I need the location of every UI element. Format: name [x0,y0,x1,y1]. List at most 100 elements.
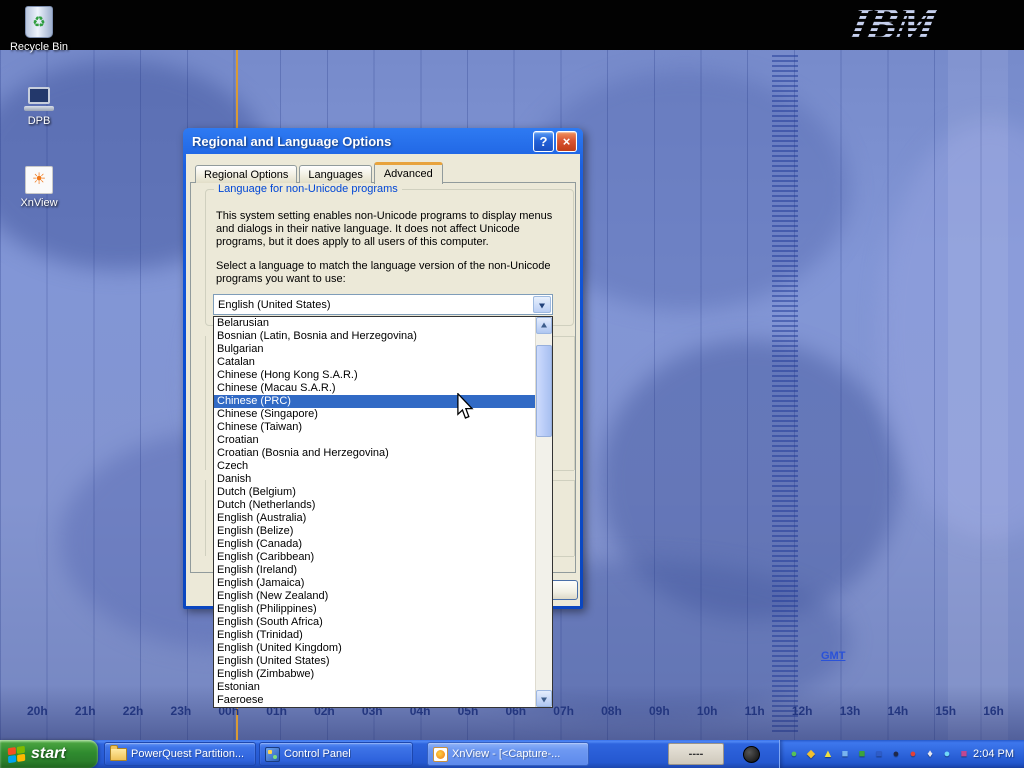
groupbox-edge-fragment [553,470,574,471]
tray-icon[interactable]: ● [906,749,920,760]
dropdown-list-item[interactable]: English (Australia) [214,512,535,525]
dropdown-list-item[interactable]: Catalan [214,356,535,369]
program-icon [743,746,760,763]
dialog-titlebar[interactable]: Regional and Language Options ? × [186,128,580,154]
dropdown-list-item[interactable]: Dutch (Belgium) [214,486,535,499]
description-text-2: Select a language to match the language … [216,260,566,286]
timezone-label: 15h [935,704,956,718]
laptop-base [24,106,54,111]
dropdown-list-item[interactable]: Chinese (PRC) [214,395,535,408]
timezone-label: 13h [840,704,861,718]
language-combobox[interactable]: English (United States) [213,294,553,315]
dropdown-list-item[interactable]: English (Ireland) [214,564,535,577]
dropdown-list-item[interactable]: English (Zimbabwe) [214,668,535,681]
groupbox-edge-fragment [574,480,575,556]
group-language-non-unicode: Language for non-Unicode programs This s… [205,189,574,326]
combobox-dropdown-button[interactable] [533,296,551,313]
dialog-tab[interactable]: Advanced [374,162,443,184]
taskbar-button-label: Control Panel [284,748,351,760]
dropdown-list-item[interactable]: Bulgarian [214,343,535,356]
recycle-bin-icon: ♻ [25,6,53,38]
tray-icon[interactable]: ▲ [821,749,835,760]
dropdown-list-item[interactable]: English (United States) [214,655,535,668]
dialog-tab[interactable]: Regional Options [195,165,297,183]
dropdown-list-item[interactable]: English (Caribbean) [214,551,535,564]
tray-icon[interactable]: ■ [872,749,886,760]
timezone-label: 14h [888,704,909,718]
dropdown-list-item[interactable]: English (Belize) [214,525,535,538]
taskbar-button-xnview[interactable]: XnView - [<Capture-... [427,742,589,766]
desktop-icon-recycle-bin[interactable]: ♻ Recycle Bin [6,6,72,53]
taskbar-button-control-panel[interactable]: Control Panel [259,742,413,766]
dropdown-list-item[interactable]: Faeroese [214,694,535,707]
taskbar-band-dashes[interactable]: ---- [668,743,724,765]
xnview-icon [433,747,448,762]
dropdown-list-item[interactable]: Estonian [214,681,535,694]
close-button[interactable]: × [556,131,577,152]
timezone-label: 07h [553,704,574,718]
dropdown-list-item[interactable]: English (Philippines) [214,603,535,616]
language-dropdown-list: BelarusianBosnian (Latin, Bosnia and Her… [213,316,553,708]
timezone-label: 09h [649,704,670,718]
dropdown-scrollbar[interactable] [535,317,552,707]
control-panel-icon [265,747,280,762]
dropdown-list-item[interactable]: Chinese (Hong Kong S.A.R.) [214,369,535,382]
taskbar-band-icon[interactable] [731,743,771,765]
dropdown-list-item[interactable]: Chinese (Singapore) [214,408,535,421]
desktop-icon-label: XnView [6,197,72,209]
dropdown-list-item[interactable]: English (Jamaica) [214,577,535,590]
tray-icon[interactable]: ◆ [804,749,818,760]
recycle-glyph: ♻ [32,15,45,30]
timezone-hatched-band [772,55,798,733]
taskbar-button-label: XnView - [<Capture-... [452,748,560,760]
ibm-logo: IBM [845,0,940,50]
timezone-label: 23h [171,704,192,718]
dropdown-list-item[interactable]: English (Canada) [214,538,535,551]
dialog-tab[interactable]: Languages [299,165,371,183]
dropdown-list-item[interactable]: English (New Zealand) [214,590,535,603]
help-button[interactable]: ? [533,131,554,152]
dropdown-list-item[interactable]: Croatian [214,434,535,447]
timezone-label: 21h [75,704,96,718]
taskbar-clock[interactable]: 2:04 PM [973,748,1014,760]
tray-icon[interactable]: ● [787,749,801,760]
scroll-up-button[interactable] [536,317,552,334]
dropdown-list-item[interactable]: English (Trinidad) [214,629,535,642]
timezone-label: 12h [792,704,813,718]
desktop: IBM 20h21h22h23h00h01h02h03h04h05h06h07h… [0,0,1024,768]
tray-icon[interactable]: ● [889,749,903,760]
scroll-down-button[interactable] [536,690,552,707]
triangle-down-icon [541,697,547,705]
start-label: start [31,745,66,763]
tray-icon[interactable]: ■ [855,749,869,760]
start-button[interactable]: start [0,740,98,768]
dropdown-list-item[interactable]: Danish [214,473,535,486]
groupbox-edge-fragment [553,556,574,557]
groupbox-edge-fragment [574,336,575,470]
tray-icon[interactable]: ■ [957,749,971,760]
dropdown-list-item[interactable]: Belarusian [214,317,535,330]
desktop-icon-label: DPB [6,115,72,127]
sun-glyph: ☀ [32,172,46,188]
timezone-label: 16h [983,704,1004,718]
timezone-label: 08h [601,704,622,718]
tray-icon[interactable]: ■ [838,749,852,760]
dropdown-list-item[interactable]: Chinese (Macau S.A.R.) [214,382,535,395]
desktop-icon-xnview[interactable]: ☀ XnView [6,166,72,209]
scrollbar-thumb[interactable] [536,345,552,437]
tray-icon[interactable]: ♦ [923,749,937,760]
tray-icon[interactable]: ● [940,749,954,760]
dropdown-list-item[interactable]: English (United Kingdom) [214,642,535,655]
taskbar-button-powerquest[interactable]: PowerQuest Partition... [104,742,256,766]
dropdown-list-item[interactable]: English (South Africa) [214,616,535,629]
triangle-up-icon [541,319,547,327]
dropdown-list-item[interactable]: Bosnian (Latin, Bosnia and Herzegovina) [214,330,535,343]
dropdown-items: BelarusianBosnian (Latin, Bosnia and Her… [214,317,535,707]
dropdown-list-item[interactable]: Croatian (Bosnia and Herzegovina) [214,447,535,460]
dropdown-list-item[interactable]: Czech [214,460,535,473]
dropdown-list-item[interactable]: Chinese (Taiwan) [214,421,535,434]
system-tray: ●◆▲■■■●●♦●■ 2:04 PM [779,740,1024,768]
dropdown-list-item[interactable]: Dutch (Netherlands) [214,499,535,512]
timezone-light-band [948,50,1008,740]
desktop-icon-dpb[interactable]: DPB [6,86,72,127]
